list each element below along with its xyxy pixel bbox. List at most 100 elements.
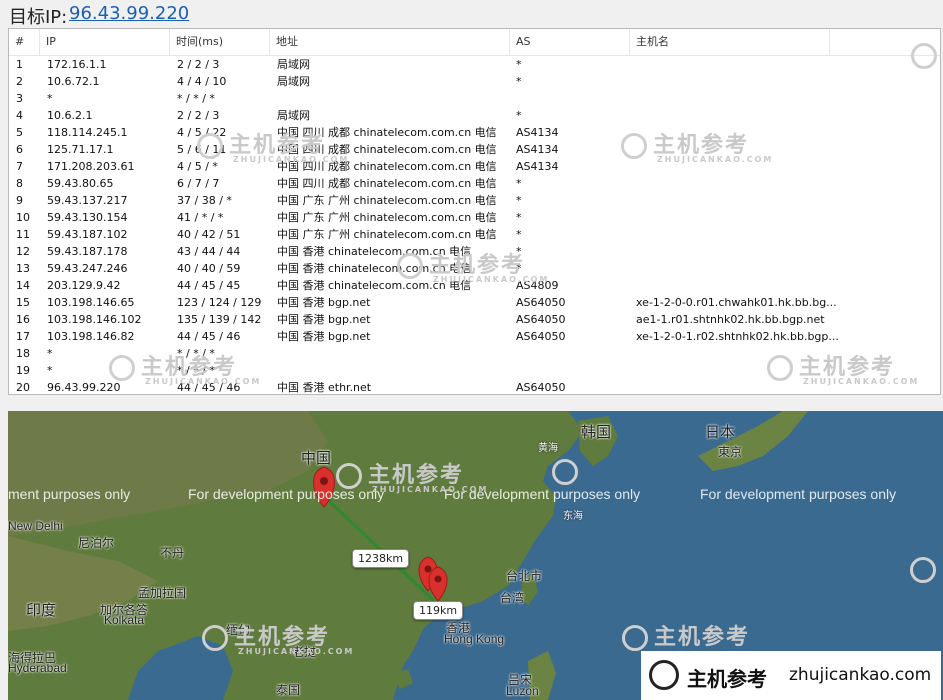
table-row[interactable]: 13 59.43.247.246 40 / 40 / 59 中国 香港 chinate… [9, 260, 940, 277]
cell-ip: 125.71.17.1 [47, 143, 114, 156]
table-row[interactable]: 6 125.71.17.1 5 / 6 / 11 中国 四川 成都 chinatele… [9, 141, 940, 158]
cell-time: * / * / * [177, 364, 215, 377]
cell-ip: 59.43.137.217 [47, 194, 128, 207]
cell-hop: 5 [16, 126, 23, 139]
cell-hop: 13 [16, 262, 30, 275]
cell-time: * / * / * [177, 92, 215, 105]
brand-url: zhujicankao.com [789, 665, 932, 685]
table-row[interactable]: 15 103.198.146.65 123 / 124 / 129 中国 香港 bgp… [9, 294, 940, 311]
cell-address: 中国 香港 bgp.net [277, 313, 371, 326]
map-label-taiwan: 台湾 [500, 591, 525, 605]
cell-ip: 171.208.203.61 [47, 160, 135, 173]
cell-as: * [516, 109, 522, 122]
cell-time: 6 / 7 / 7 [177, 177, 220, 190]
table-row[interactable]: 10 59.43.130.154 41 / * / * 中国 广东 广州 chinat… [9, 209, 940, 226]
cell-hop: 19 [16, 364, 30, 377]
cell-address: 中国 香港 chinatelecom.com.cn 电信 [277, 245, 472, 258]
cell-ip: 118.114.245.1 [47, 126, 128, 139]
cell-time: 44 / 45 / 46 [177, 330, 241, 343]
cell-ip: * [47, 347, 53, 360]
table-row[interactable]: 3 * * / * / * [9, 90, 940, 107]
cell-time: 41 / * / * [177, 211, 224, 224]
dev-notice: For development purposes only [188, 486, 385, 502]
cell-time: 5 / 6 / 11 [177, 143, 227, 156]
cell-hop: 4 [16, 109, 23, 122]
map-label-hyderabad: Hyderabad [8, 661, 67, 675]
table-row[interactable]: 8 59.43.80.65 6 / 7 / 7 中国 四川 成都 chinatelec… [9, 175, 940, 192]
col-header-time[interactable]: 时间(ms) [170, 29, 270, 55]
cell-time: 43 / 44 / 44 [177, 245, 241, 258]
map-label-east-sea: 东海 [563, 511, 583, 522]
cell-hop: 20 [16, 381, 30, 394]
cell-as: AS4134 [516, 126, 559, 139]
table-row[interactable]: 9 59.43.137.217 37 / 38 / * 中国 广东 广州 chinat… [9, 192, 940, 209]
cell-time: 2 / 2 / 3 [177, 109, 220, 122]
cell-hop: 16 [16, 313, 30, 326]
cell-address: 中国 四川 成都 chinatelecom.com.cn 电信 [277, 143, 497, 156]
table-row[interactable]: 2 10.6.72.1 4 / 4 / 10 局域网 * [9, 73, 940, 90]
table-row[interactable]: 18 * * / * / * [9, 345, 940, 362]
table-row[interactable]: 4 10.6.2.1 2 / 2 / 3 局域网 * [9, 107, 940, 124]
col-header-address[interactable]: 地址 [270, 29, 510, 55]
cell-hop: 9 [16, 194, 23, 207]
cell-as: AS64050 [516, 381, 566, 394]
cell-time: 44 / 45 / 45 [177, 279, 241, 292]
cell-ip: 59.43.247.246 [47, 262, 128, 275]
col-header-hostname[interactable]: 主机名 [630, 29, 830, 55]
cell-hostname: ae1-1.r01.shtnhk02.hk.bb.bgp.net [636, 313, 825, 326]
map-label-luzon: Luzon [506, 684, 539, 698]
cell-as: * [516, 211, 522, 224]
cell-as: * [516, 58, 522, 71]
table-row[interactable]: 19 * * / * / * [9, 362, 940, 379]
cell-ip: 96.43.99.220 [47, 381, 121, 394]
map-label-new-delhi: New Delhi [8, 519, 63, 533]
cell-hop: 14 [16, 279, 30, 292]
map-label-korea: 韩国 [581, 424, 612, 441]
col-header-ip[interactable]: IP [40, 29, 170, 55]
map-label-india: 印度 [26, 602, 57, 619]
cell-as: * [516, 228, 522, 241]
cell-ip: 103.198.146.102 [47, 313, 142, 326]
target-ip-link[interactable]: 96.43.99.220 [69, 3, 189, 24]
table-row[interactable]: 16 103.198.146.102 135 / 139 / 142 中国 香港 bg… [9, 311, 940, 328]
table-row[interactable]: 11 59.43.187.102 40 / 42 / 51 中国 广东 广州 chin… [9, 226, 940, 243]
table-row[interactable]: 5 118.114.245.1 4 / 5 / 22 中国 四川 成都 chinate… [9, 124, 940, 141]
map-label-bangladesh: 孟加拉国 [138, 586, 187, 600]
col-header-as[interactable]: AS [510, 29, 630, 55]
table-row[interactable]: 7 171.208.203.61 4 / 5 / * 中国 四川 成都 chinate… [9, 158, 940, 175]
map-label-japan: 日本 [705, 424, 736, 441]
cell-time: 123 / 124 / 129 [177, 296, 262, 309]
traceroute-table: # IP 时间(ms) 地址 AS 主机名 1 172.16.1.1 2 / 2 /… [8, 28, 941, 395]
cell-hop: 3 [16, 92, 23, 105]
cell-hop: 17 [16, 330, 30, 343]
table-row[interactable]: 17 103.198.146.82 44 / 45 / 46 中国 香港 bgp.ne… [9, 328, 940, 345]
cell-time: 44 / 45 / 46 [177, 381, 241, 394]
distance-label: 119km [413, 601, 464, 620]
cell-address: 局域网 [277, 58, 310, 71]
col-header-hop[interactable]: # [9, 29, 40, 55]
cell-hostname: xe-1-2-0-1.r02.shtnhk02.hk.bb.bgp... [636, 330, 839, 343]
dev-notice: ment purposes only [8, 486, 131, 502]
cell-as: AS64050 [516, 313, 566, 326]
cell-as: AS64050 [516, 330, 566, 343]
cell-time: 2 / 2 / 3 [177, 58, 220, 71]
table-row[interactable]: 20 96.43.99.220 44 / 45 / 46 中国 香港 ethr.net… [9, 379, 940, 394]
cell-ip: * [47, 92, 53, 105]
table-row[interactable]: 1 172.16.1.1 2 / 2 / 3 局域网 * [9, 56, 940, 73]
cell-as: AS4134 [516, 160, 559, 173]
cell-address: 中国 四川 成都 chinatelecom.com.cn 电信 [277, 160, 497, 173]
cell-time: 4 / 4 / 10 [177, 75, 227, 88]
cell-as: * [516, 245, 522, 258]
cell-ip: 59.43.80.65 [47, 177, 114, 190]
brand-name: 主机参考 [687, 667, 767, 691]
cell-ip: 59.43.187.102 [47, 228, 128, 241]
cell-ip: 172.16.1.1 [47, 58, 107, 71]
cell-as: AS4809 [516, 279, 559, 292]
map-label-kolkata: Kolkata [104, 613, 145, 627]
table-row[interactable]: 14 203.129.9.42 44 / 45 / 45 中国 香港 chinatel… [9, 277, 940, 294]
cell-address: 局域网 [277, 109, 310, 122]
cell-ip: * [47, 364, 53, 377]
table-row[interactable]: 12 59.43.187.178 43 / 44 / 44 中国 香港 chinate… [9, 243, 940, 260]
cell-ip: 10.6.72.1 [47, 75, 100, 88]
map-label-tokyo: 東京 [718, 445, 743, 459]
